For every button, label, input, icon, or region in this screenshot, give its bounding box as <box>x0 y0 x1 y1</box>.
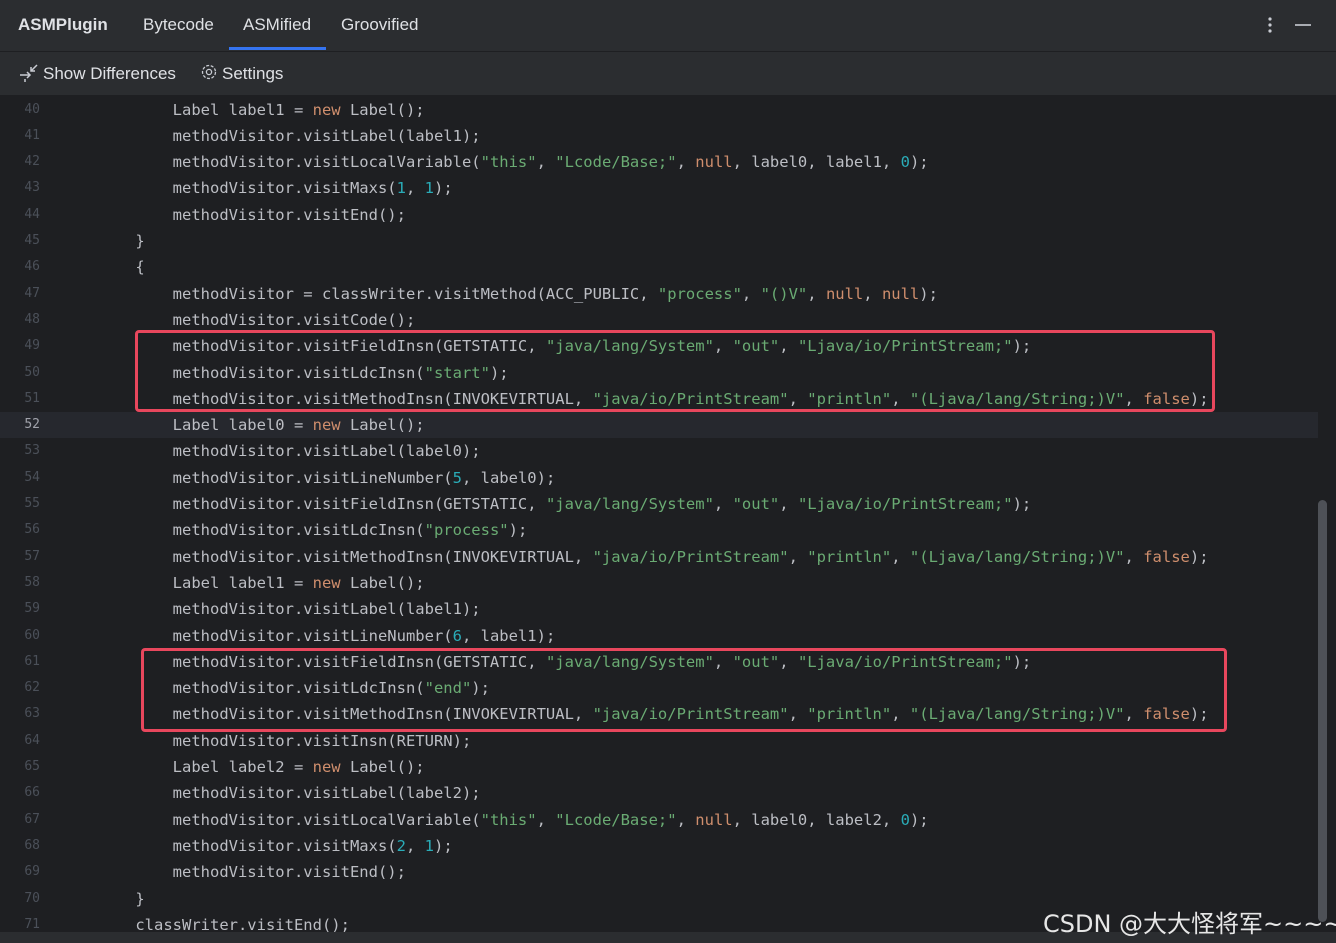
code-text: methodVisitor.visitMaxs(1, 1); <box>98 179 453 198</box>
code-line[interactable]: 53 methodVisitor.visitLabel(label0); <box>0 438 1318 464</box>
line-number: 46 <box>24 259 40 275</box>
code-text: methodVisitor = classWriter.visitMethod(… <box>98 284 938 303</box>
code-text: methodVisitor.visitMethodInsn(INVOKEVIRT… <box>98 547 1209 566</box>
code-line[interactable]: 67 methodVisitor.visitLocalVariable("thi… <box>0 807 1318 833</box>
code-line[interactable]: 59 methodVisitor.visitLabel(label1); <box>0 596 1318 622</box>
line-number: 57 <box>24 548 40 564</box>
highlight-box-start <box>135 330 1215 412</box>
line-number: 48 <box>24 311 40 327</box>
code-line[interactable]: 57 methodVisitor.visitMethodInsn(INVOKEV… <box>0 544 1318 570</box>
code-line[interactable]: 60 methodVisitor.visitLineNumber(6, labe… <box>0 623 1318 649</box>
code-text: { <box>98 258 145 277</box>
code-line[interactable]: 52 Label label0 = new Label(); <box>0 412 1318 439</box>
code-text: } <box>98 232 145 250</box>
code-text: methodVisitor.visitEnd(); <box>98 205 406 224</box>
code-line[interactable]: 66 methodVisitor.visitLabel(label2); <box>0 780 1318 806</box>
code-text: methodVisitor.visitLabel(label1); <box>98 600 481 619</box>
code-line[interactable]: 40 Label label1 = new Label(); <box>0 97 1318 123</box>
code-line[interactable]: 55 methodVisitor.visitFieldInsn(GETSTATI… <box>0 491 1318 517</box>
code-text: methodVisitor.visitLineNumber(5, label0)… <box>98 468 556 487</box>
line-number: 65 <box>24 759 40 774</box>
highlight-box-end <box>141 648 1227 732</box>
tab-groovified[interactable]: Groovified <box>341 15 418 35</box>
code-text: methodVisitor.visitLdcInsn("process"); <box>98 521 528 540</box>
watermark: CSDN @大大怪将军~~~~ <box>1043 910 1336 938</box>
line-number: 60 <box>24 627 40 643</box>
code-line[interactable]: 54 methodVisitor.visitLineNumber(5, labe… <box>0 465 1318 491</box>
code-text: methodVisitor.visitLocalVariable("this",… <box>98 153 929 172</box>
line-number: 49 <box>24 338 40 354</box>
code-line[interactable]: 56 methodVisitor.visitLdcInsn("process")… <box>0 517 1318 543</box>
line-number: 47 <box>24 285 40 301</box>
line-number: 41 <box>24 127 40 143</box>
code-line[interactable]: 69 methodVisitor.visitEnd(); <box>0 859 1318 885</box>
code-line[interactable]: 41 methodVisitor.visitLabel(label1); <box>0 123 1318 149</box>
code-editor[interactable]: 40 Label label1 = new Label(); 41 methodV… <box>0 96 1336 932</box>
tool-window-header: ASMPlugin Bytecode ASMified Groovified <box>0 0 1336 52</box>
code-text: methodVisitor.visitLabel(label0); <box>98 442 481 461</box>
vertical-scrollbar[interactable] <box>1318 500 1327 922</box>
line-number: 69 <box>24 864 40 880</box>
active-tab-indicator <box>229 47 326 50</box>
line-number: 68 <box>24 837 40 853</box>
line-number: 43 <box>24 180 40 196</box>
code-text: Label label0 = new Label(); <box>98 416 425 435</box>
line-number: 40 <box>24 101 40 117</box>
line-number: 54 <box>24 469 40 485</box>
code-line[interactable]: 44 methodVisitor.visitEnd(); <box>0 202 1318 228</box>
toolbar: Show Differences Settings <box>0 52 1336 96</box>
line-number: 52 <box>24 417 40 433</box>
code-text: methodVisitor.visitLabel(label2); <box>98 784 481 803</box>
show-differences-label: Show Differences <box>43 64 176 83</box>
line-number: 62 <box>24 680 40 696</box>
code-text: methodVisitor.visitFieldInsn(GETSTATIC, … <box>98 495 1032 513</box>
line-number: 51 <box>24 390 40 406</box>
code-text: classWriter.visitEnd(); <box>98 915 350 932</box>
minimize-icon[interactable] <box>1292 14 1314 36</box>
code-line[interactable]: 58 Label label1 = new Label(); <box>0 570 1318 596</box>
code-line[interactable]: 68 methodVisitor.visitMaxs(2, 1); <box>0 833 1318 859</box>
app-title: ASMPlugin <box>18 15 108 34</box>
code-line[interactable]: 65 Label label2 = new Label(); <box>0 754 1318 780</box>
code-text: Label label1 = new Label(); <box>98 573 425 592</box>
code-text: methodVisitor.visitEnd(); <box>98 863 406 882</box>
code-line[interactable]: 42 methodVisitor.visitLocalVariable("thi… <box>0 149 1318 175</box>
settings-gear-icon <box>199 62 219 87</box>
settings-button[interactable]: Settings <box>199 62 283 86</box>
line-number: 45 <box>24 233 40 248</box>
line-number: 55 <box>24 496 40 511</box>
line-number: 70 <box>24 890 40 906</box>
settings-label: Settings <box>222 64 284 83</box>
code-text: } <box>98 889 145 908</box>
code-line[interactable]: 43 methodVisitor.visitMaxs(1, 1); <box>0 175 1318 201</box>
line-number: 66 <box>24 785 40 801</box>
line-number: 61 <box>24 653 40 669</box>
more-options-icon[interactable] <box>1259 14 1281 36</box>
code-text: methodVisitor.visitMaxs(2, 1); <box>98 836 453 855</box>
code-text: Label label2 = new Label(); <box>98 758 425 776</box>
line-number: 44 <box>24 206 40 222</box>
line-number: 71 <box>24 916 40 932</box>
line-number: 53 <box>24 443 40 459</box>
code-line[interactable]: 46 { <box>0 254 1318 280</box>
code-text: methodVisitor.visitLocalVariable("this",… <box>98 810 929 829</box>
show-differences-button[interactable]: Show Differences <box>18 62 176 86</box>
line-number: 56 <box>24 522 40 538</box>
code-line[interactable]: 45 } <box>0 228 1318 254</box>
line-number: 67 <box>24 811 40 827</box>
show-differences-icon <box>18 61 40 88</box>
line-number: 59 <box>24 601 40 617</box>
tab-asmified[interactable]: ASMified <box>243 15 311 35</box>
code-text: methodVisitor.visitLineNumber(6, label1)… <box>98 626 556 645</box>
code-line[interactable]: 47 methodVisitor = classWriter.visitMeth… <box>0 281 1318 307</box>
line-number: 58 <box>24 574 40 590</box>
line-number: 63 <box>24 706 40 722</box>
line-number: 64 <box>24 732 40 748</box>
code-text: Label label1 = new Label(); <box>98 100 425 119</box>
code-text: methodVisitor.visitLabel(label1); <box>98 126 481 145</box>
line-number: 50 <box>24 364 40 380</box>
tab-bytecode[interactable]: Bytecode <box>143 15 214 35</box>
line-number: 42 <box>24 154 40 170</box>
